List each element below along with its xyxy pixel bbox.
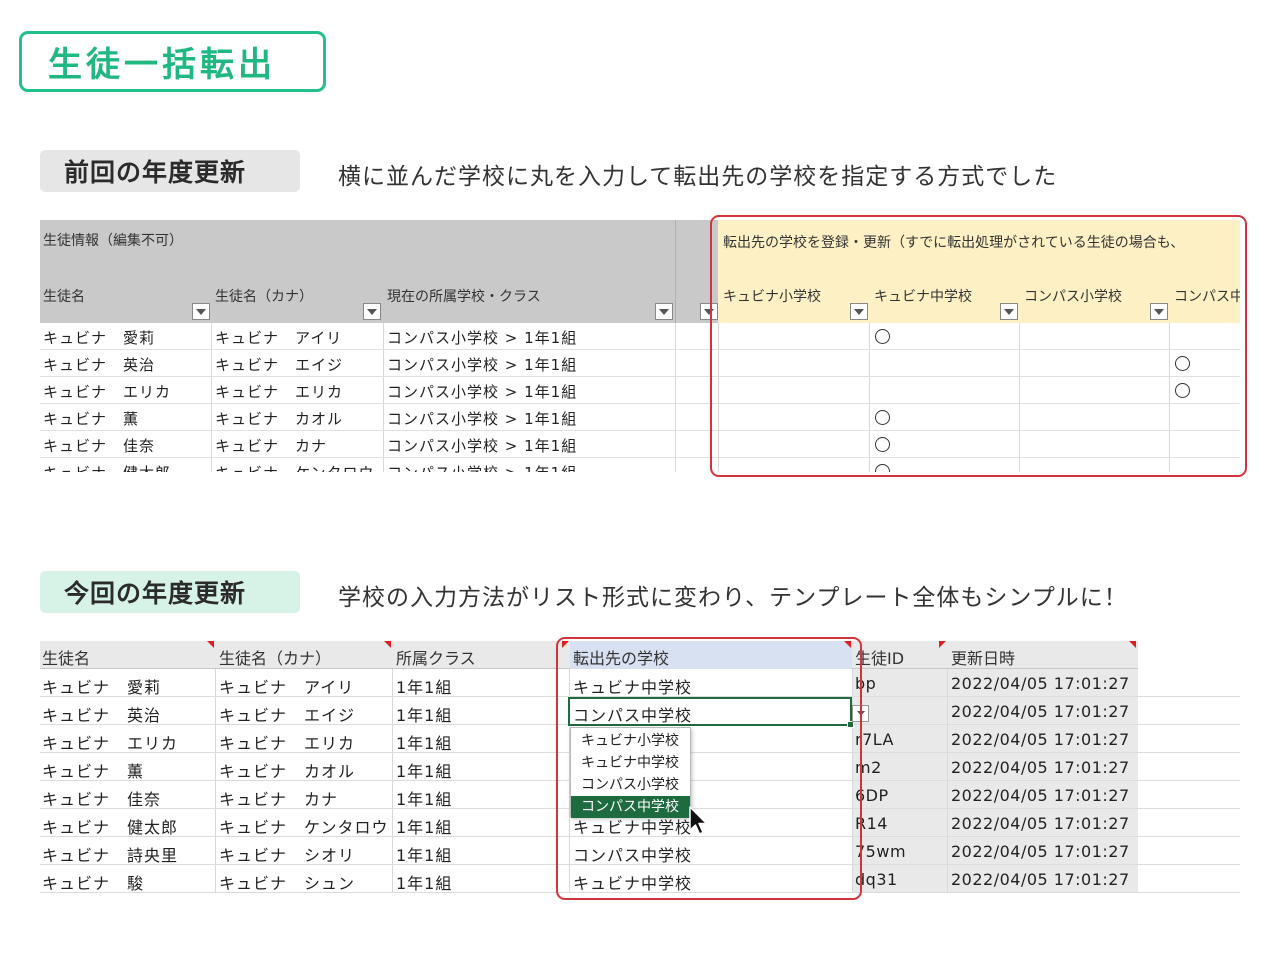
prev-cell-name[interactable]: キュビナ エリカ (43, 381, 171, 402)
cur-cell-kana[interactable]: キュビナ カオル (219, 758, 355, 782)
cur-highlight-outline (556, 637, 862, 900)
prev-cell-class[interactable]: コンパス小学校 > 1年1組 (387, 327, 577, 348)
cur-cell-kana[interactable]: キュビナ アイリ (219, 674, 354, 698)
prev-cell-class[interactable]: コンパス小学校 > 1年1組 (387, 381, 577, 402)
cur-cell-updated[interactable]: 2022/04/05 17:01:27 (951, 870, 1130, 889)
cur-cell-class[interactable]: 1年1組 (396, 758, 452, 782)
cur-cell-class[interactable]: 1年1組 (396, 814, 452, 838)
filter-dropdown-icon[interactable] (363, 303, 381, 320)
prev-section-description: 横に並んだ学校に丸を入力して転出先の学校を指定する方式でした (338, 164, 1058, 190)
prev-cell-name[interactable]: キュビナ 愛莉 (43, 327, 155, 348)
prev-cell-class[interactable]: コンパス小学校 > 1年1組 (387, 435, 577, 456)
cur-cell-class[interactable]: 1年1組 (396, 870, 452, 894)
cur-cell-updated[interactable]: 2022/04/05 17:01:27 (951, 842, 1130, 861)
cur-cell-updated[interactable]: 2022/04/05 17:01:27 (951, 674, 1130, 693)
prev-cell-kana[interactable]: キュビナ エリカ (215, 381, 343, 402)
prev-cell-name[interactable]: キュビナ 佳奈 (43, 435, 155, 456)
cur-cell-name[interactable]: キュビナ 詩央里 (42, 842, 178, 866)
comment-indicator-icon (1129, 641, 1136, 648)
filter-dropdown-icon[interactable] (192, 303, 210, 320)
prev-cell-name[interactable]: キュビナ 薫 (43, 408, 139, 429)
prev-col-class: 現在の所属学校・クラス (387, 289, 541, 305)
mouse-pointer-icon (689, 806, 708, 835)
cur-col-id: 生徒ID (855, 649, 905, 668)
prev-section-badge: 前回の年度更新 (40, 150, 300, 192)
cur-section-description: 学校の入力方法がリスト形式に変わり、テンプレート全体もシンプルに！ (338, 585, 1128, 611)
cur-cell-kana[interactable]: キュビナ シュン (219, 870, 355, 894)
cur-cell-name[interactable]: キュビナ 佳奈 (42, 786, 161, 810)
cur-cell-name[interactable]: キュビナ エリカ (42, 730, 178, 754)
prev-cell-name[interactable]: キュビナ 健太郎 (43, 462, 171, 472)
prev-cell-kana[interactable]: キュビナ アイリ (215, 327, 342, 348)
prev-col-kana: 生徒名（カナ） (215, 289, 313, 305)
cur-cell-kana[interactable]: キュビナ シオリ (219, 842, 355, 866)
comment-indicator-icon (207, 641, 214, 648)
prev-cell-class[interactable]: コンパス小学校 > 1年1組 (387, 354, 577, 375)
cur-cell-name[interactable]: キュビナ 駿 (42, 870, 144, 894)
cur-cell-updated[interactable]: 2022/04/05 17:01:27 (951, 786, 1130, 805)
cur-cell-class[interactable]: 1年1組 (396, 702, 452, 726)
cur-cell-updated[interactable]: 2022/04/05 17:01:27 (951, 730, 1130, 749)
cur-col-updated: 更新日時 (951, 649, 1016, 668)
cur-section-badge: 今回の年度更新 (40, 571, 300, 613)
cur-col-name: 生徒名 (42, 649, 91, 668)
cur-cell-name[interactable]: キュビナ 愛莉 (42, 674, 161, 698)
cur-cell-updated[interactable]: 2022/04/05 17:01:27 (951, 702, 1130, 721)
cur-cell-name[interactable]: キュビナ 英治 (42, 702, 161, 726)
cur-cell-name[interactable]: キュビナ 健太郎 (42, 814, 178, 838)
cur-cell-class[interactable]: 1年1組 (396, 786, 452, 810)
cur-cell-id[interactable]: 75wm (855, 842, 906, 861)
cur-cell-name[interactable]: キュビナ 薫 (42, 758, 144, 782)
prev-cell-kana[interactable]: キュビナ ケンタロウ (215, 462, 375, 472)
cur-cell-kana[interactable]: キュビナ エイジ (219, 702, 355, 726)
cur-cell-kana[interactable]: キュビナ ケンタロウ (219, 814, 389, 838)
prev-cell-class[interactable]: コンパス小学校 > 1年1組 (387, 408, 577, 429)
comment-indicator-icon (939, 641, 946, 648)
prev-cell-kana[interactable]: キュビナ カナ (215, 435, 327, 456)
prev-cell-class[interactable]: コンパス小学校 > 1年1組 (387, 462, 577, 472)
prev-cell-name[interactable]: キュビナ 英治 (43, 354, 155, 375)
cur-col-class: 所属クラス (396, 649, 476, 668)
prev-group-header-info: 生徒情報（編集不可） (43, 233, 183, 249)
cur-cell-kana[interactable]: キュビナ カナ (219, 786, 338, 810)
page-title: 生徒一括転出 (19, 31, 326, 92)
cur-cell-class[interactable]: 1年1組 (396, 842, 452, 866)
prev-cell-kana[interactable]: キュビナ カオル (215, 408, 343, 429)
prev-highlight-outline (710, 215, 1247, 477)
cur-col-kana: 生徒名（カナ） (219, 649, 332, 668)
cur-cell-updated[interactable]: 2022/04/05 17:01:27 (951, 814, 1130, 833)
cur-cell-class[interactable]: 1年1組 (396, 730, 452, 754)
comment-indicator-icon (384, 641, 391, 648)
cur-cell-updated[interactable]: 2022/04/05 17:01:27 (951, 758, 1130, 777)
prev-cell-kana[interactable]: キュビナ エイジ (215, 354, 343, 375)
cur-cell-kana[interactable]: キュビナ エリカ (219, 730, 355, 754)
filter-dropdown-icon[interactable] (655, 303, 673, 320)
prev-col-name: 生徒名 (43, 289, 85, 305)
cur-cell-class[interactable]: 1年1組 (396, 674, 452, 698)
